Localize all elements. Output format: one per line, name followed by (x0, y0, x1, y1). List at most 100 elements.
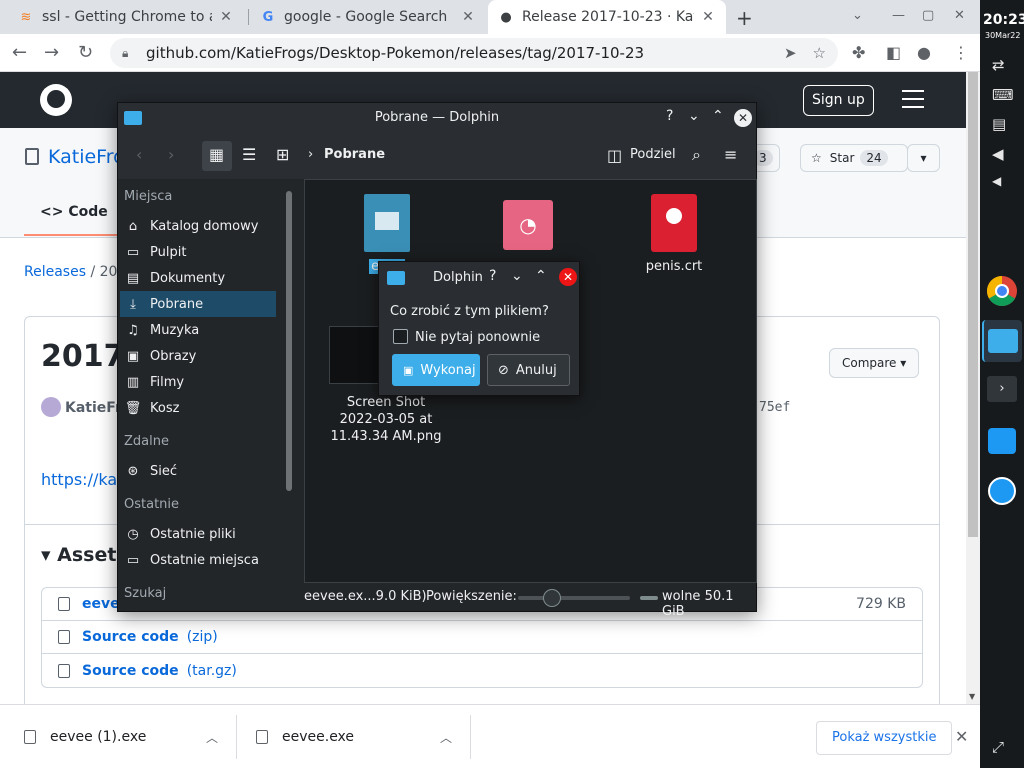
bookmark-star-icon[interactable]: ☆ (813, 44, 826, 62)
compact-view-icon[interactable]: ☰ (242, 145, 256, 164)
compare-button[interactable]: Compare ▾ (829, 348, 920, 378)
commit-sha[interactable]: 75ef (759, 400, 790, 415)
recent-files-icon: ◷ (127, 526, 139, 542)
places-item-recent-files[interactable]: ◷ Ostatnie pliki (120, 521, 276, 547)
minimize-icon[interactable]: ⌄ (511, 268, 523, 284)
places-item-videos[interactable]: ▥ Filmy (120, 369, 276, 395)
maximize-icon[interactable]: ⌃ (535, 268, 547, 284)
collapse-icon[interactable]: ◀ (992, 174, 1001, 188)
repo-owner-link[interactable]: KatieFro (48, 146, 125, 168)
close-shelf-icon[interactable]: ✕ (955, 727, 968, 746)
chevron-up-icon[interactable]: ︿ (440, 729, 452, 746)
tab-ssl[interactable]: ≋ ssl - Getting Chrome to accep ✕ (8, 0, 244, 34)
lock-icon[interactable]: 🔒︎ (122, 46, 136, 61)
profile-icon[interactable]: ● (917, 43, 931, 62)
side-panel-icon[interactable]: ◧ (886, 43, 901, 62)
close-tab-icon[interactable]: ✕ (700, 9, 716, 25)
discover-app-icon[interactable] (982, 420, 1022, 462)
network-app-icon[interactable] (982, 470, 1022, 512)
asset-row[interactable]: Source code (tar.gz) (42, 654, 922, 687)
chevron-up-icon[interactable]: ︿ (206, 729, 218, 746)
star-button[interactable]: ☆ Star 24 (800, 144, 908, 172)
scrollbar-thumb[interactable] (968, 72, 978, 537)
konsole-app-icon[interactable]: › (982, 368, 1022, 410)
free-space-bar (640, 596, 658, 600)
minimize-icon[interactable]: — (892, 8, 905, 23)
scroll-down-icon[interactable]: ▼ (969, 692, 975, 701)
places-item-network[interactable]: ⊛ Sieć (120, 458, 276, 484)
places-item-recent-locations[interactable]: ▭ Ostatnie miejsca (120, 547, 276, 573)
places-item-desktop[interactable]: ▭ Pulpit (120, 239, 276, 265)
dont-ask-checkbox[interactable] (393, 329, 408, 344)
breadcrumb-releases-link[interactable]: Releases (24, 264, 86, 280)
places-item-documents[interactable]: ▤ Dokumenty (120, 265, 276, 291)
close-window-icon[interactable]: ✕ (954, 8, 965, 23)
search-icon[interactable]: ⌕ (692, 145, 701, 165)
dolphin-titlebar[interactable]: Pobrane — Dolphin ? ⌄ ⌃ ✕ (118, 103, 756, 133)
tab-code[interactable]: <> Code (40, 204, 108, 220)
details-view-icon[interactable]: ⊞ (276, 145, 289, 164)
cancel-button[interactable]: ⊘ Anuluj (487, 354, 570, 386)
split-button[interactable]: Podziel (630, 147, 676, 162)
image-icon: ▣ (126, 348, 140, 364)
back-icon[interactable]: ‹ (136, 145, 142, 164)
recent-section-label: Ostatnie (124, 497, 180, 512)
address-bar[interactable]: 🔒︎ github.com/KatieFrogs/Desktop-Pokemon… (110, 38, 838, 68)
chrome-app-icon[interactable] (982, 270, 1022, 312)
zoom-slider-handle[interactable] (542, 589, 561, 607)
new-tab-button[interactable]: + (736, 6, 753, 30)
forward-icon[interactable]: → (44, 42, 59, 63)
assets-heading[interactable]: ▾ Assets (41, 544, 128, 566)
close-tab-icon[interactable]: ✕ (218, 9, 234, 25)
close-tab-icon[interactable]: ✕ (460, 9, 476, 25)
volume-muted-icon[interactable]: ◀ (992, 145, 1004, 163)
help-icon[interactable]: ? (489, 268, 496, 284)
send-icon[interactable]: ➤ (784, 44, 797, 62)
close-icon[interactable]: ✕ (734, 109, 752, 127)
url-text[interactable]: github.com/KatieFrogs/Desktop-Pokemon/re… (146, 44, 768, 62)
places-item-trash[interactable]: 🗑︎ Kosz (120, 395, 276, 421)
hamburger-menu-icon[interactable]: ≡ (724, 145, 737, 164)
asset-row[interactable]: Source code (zip) (42, 621, 922, 654)
back-icon[interactable]: ← (12, 42, 27, 63)
zoom-slider[interactable] (518, 596, 630, 600)
execute-button[interactable]: ▣ Wykonaj (392, 354, 480, 386)
show-all-downloads-button[interactable]: Pokaż wszystkie (816, 721, 953, 755)
extensions-icon[interactable]: ✤ (852, 43, 865, 62)
resize-icon[interactable]: ⤢ (992, 738, 1004, 756)
places-scrollbar[interactable] (286, 191, 292, 491)
menu-icon[interactable]: ⋮ (953, 43, 969, 62)
sign-up-button[interactable]: Sign up (803, 85, 874, 116)
dolphin-app-icon[interactable] (982, 320, 1022, 362)
places-item-pictures[interactable]: ▣ Obrazy (120, 343, 276, 369)
places-item-music[interactable]: ♫ Muzyka (120, 317, 276, 343)
github-logo-icon[interactable] (40, 84, 72, 116)
tab-search-icon[interactable]: ⌄ (852, 8, 863, 23)
avatar[interactable] (41, 397, 61, 417)
star-dropdown-button[interactable]: ▾ (907, 144, 940, 172)
file-item-crt[interactable]: penis.crt (619, 194, 729, 275)
hamburger-menu-icon[interactable] (902, 90, 924, 114)
download-item[interactable]: eevee (1).exe ︿ (0, 705, 236, 768)
close-icon[interactable]: ✕ (559, 268, 577, 286)
minimize-icon[interactable]: ⌄ (688, 108, 700, 124)
forward-icon[interactable]: › (168, 145, 174, 164)
file-item-deb[interactable]: ◔ (473, 200, 583, 256)
tab-google[interactable]: G google - Google Search ✕ (250, 0, 486, 34)
network-icon[interactable]: ⇄ (992, 56, 1005, 74)
location-breadcrumb[interactable]: Pobrane (324, 147, 385, 162)
maximize-icon[interactable]: ⌃ (712, 108, 724, 124)
reload-icon[interactable]: ↻ (78, 42, 93, 63)
tab-release[interactable]: ● Release 2017-10-23 · KatieFro ✕ (488, 0, 726, 34)
page-scrollbar[interactable]: ▼ (966, 72, 980, 704)
clipboard-icon[interactable]: ▤ (992, 115, 1006, 133)
maximize-icon[interactable]: ▢ (922, 8, 934, 23)
dont-ask-label[interactable]: Nie pytaj ponownie (415, 330, 540, 345)
keyboard-icon[interactable]: ⌨ (992, 86, 1014, 104)
places-item-home[interactable]: ⌂ Katalog domowy (120, 213, 276, 239)
help-icon[interactable]: ? (666, 108, 673, 124)
date: 30Mar22 (985, 31, 1021, 40)
download-item[interactable]: eevee.exe ︿ (236, 705, 470, 768)
places-item-downloads[interactable]: ⤓ Pobrane (120, 291, 276, 317)
clock[interactable]: 20:23 (983, 12, 1024, 28)
